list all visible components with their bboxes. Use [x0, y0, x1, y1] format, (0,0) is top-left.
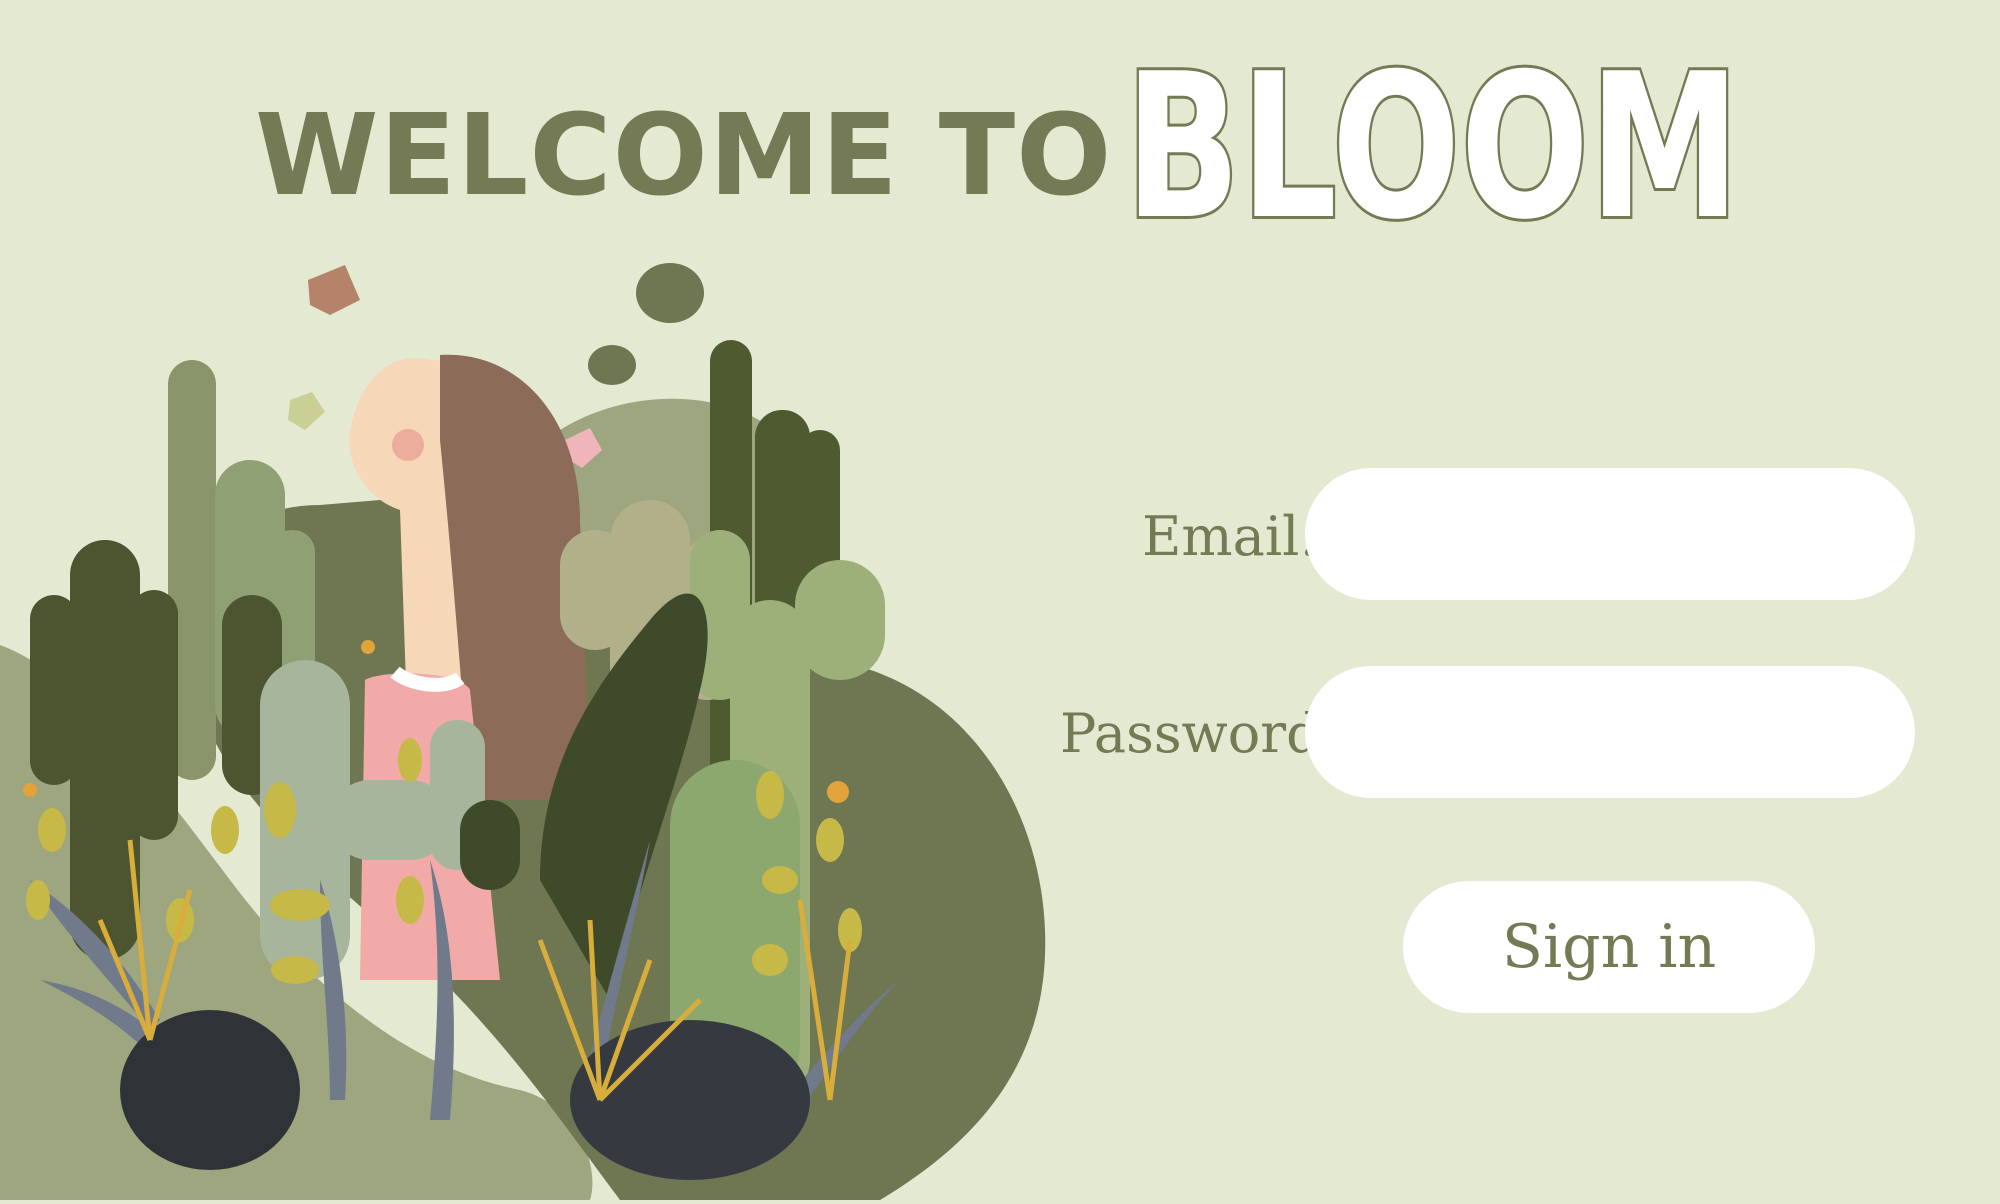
password-field[interactable] — [1305, 666, 1915, 798]
hero-illustration — [0, 240, 1060, 1200]
sign-in-button[interactable]: Sign in — [1403, 881, 1815, 1013]
gem-icon — [308, 265, 360, 315]
illustration-svg — [0, 263, 1046, 1200]
floating-blob-icon — [636, 263, 704, 323]
brand-logo-text: BLOOM — [1125, 31, 1740, 264]
password-label: Password: — [1060, 702, 1339, 765]
welcome-heading: WELCOME TO — [255, 91, 1113, 221]
email-label: Email: — [1142, 505, 1318, 568]
brand-logo-svg: BLOOM — [1122, 28, 1743, 267]
brand-logo: BLOOM — [1122, 28, 1745, 267]
floating-blob-icon — [588, 345, 636, 385]
email-field[interactable] — [1305, 468, 1915, 600]
gem-icon — [288, 392, 325, 430]
